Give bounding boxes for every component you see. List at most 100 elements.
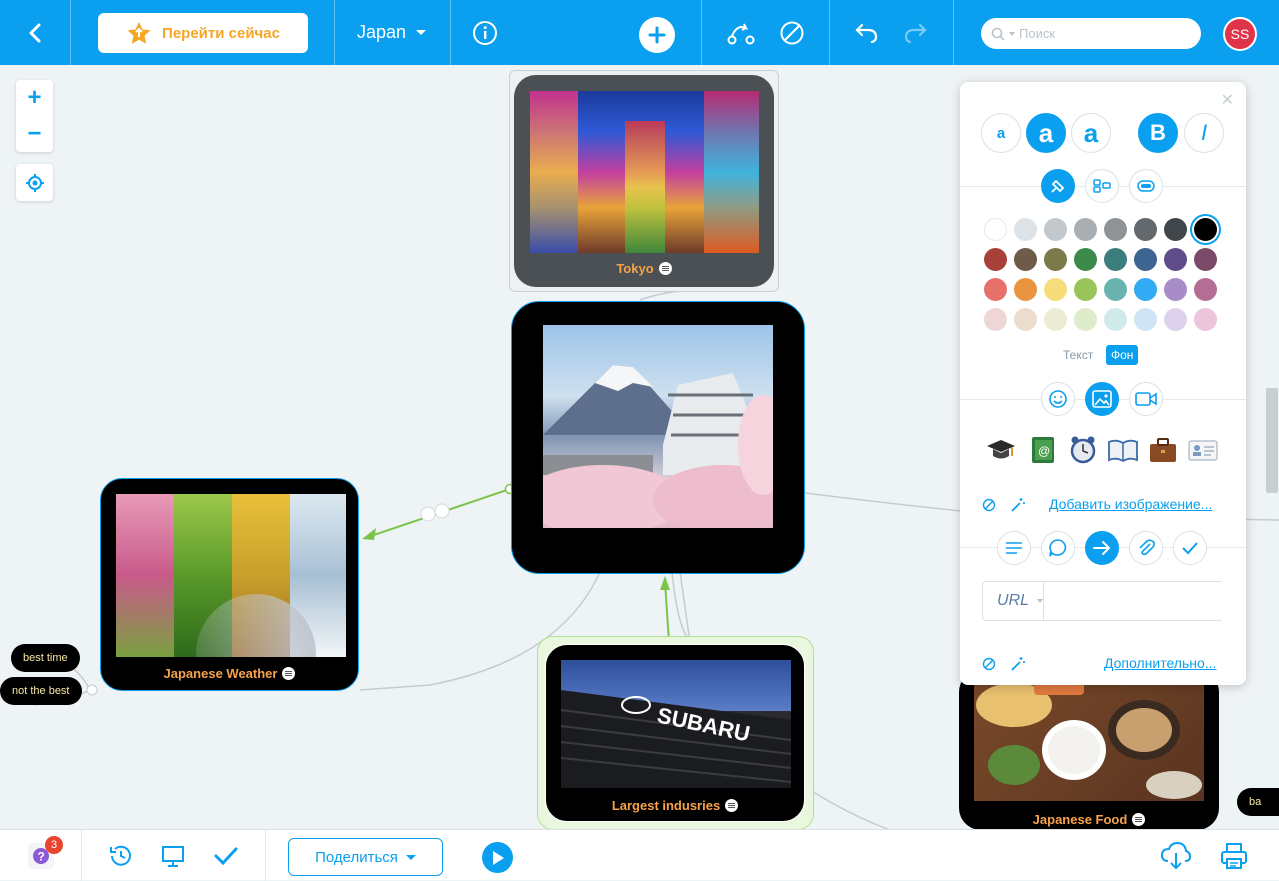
id-card-icon[interactable] — [1187, 434, 1219, 466]
color-swatch[interactable] — [1044, 308, 1067, 331]
background-color-tab[interactable]: Фон — [1106, 345, 1139, 365]
tag-best-time[interactable]: best time — [11, 644, 80, 672]
color-swatch[interactable] — [1164, 308, 1187, 331]
note-icon[interactable] — [658, 262, 672, 275]
comments-tab-button[interactable] — [1041, 531, 1075, 565]
color-swatch[interactable] — [1014, 278, 1037, 301]
notes-tab-button[interactable] — [997, 531, 1031, 565]
color-swatch[interactable] — [1194, 308, 1217, 331]
food-node[interactable]: Japanese Food — [959, 670, 1219, 830]
color-swatch[interactable] — [984, 248, 1007, 271]
url-input[interactable] — [1044, 582, 1242, 620]
note-icon[interactable] — [282, 667, 296, 680]
color-swatch[interactable] — [1014, 308, 1037, 331]
color-swatch[interactable] — [1164, 278, 1187, 301]
color-swatch[interactable] — [1194, 278, 1217, 301]
task-check-icon[interactable] — [213, 843, 239, 874]
goto-now-button[interactable]: Перейти сейчас — [98, 13, 308, 53]
task-tab-button[interactable] — [1173, 531, 1207, 565]
fill-style-button[interactable] — [1041, 169, 1075, 203]
color-swatch[interactable] — [1194, 248, 1217, 271]
link-tab-button[interactable] — [1085, 531, 1119, 565]
open-book-icon[interactable] — [1107, 434, 1139, 466]
italic-button[interactable]: I — [1184, 113, 1224, 153]
note-icon[interactable] — [1132, 813, 1146, 826]
shape-style-button[interactable] — [1129, 169, 1163, 203]
play-icon — [492, 850, 504, 865]
url-type-select[interactable]: URL — [983, 582, 1045, 620]
tokyo-node[interactable]: Tokyo — [514, 75, 774, 287]
map-name-dropdown[interactable]: Japan — [357, 22, 427, 43]
color-swatch[interactable] — [1194, 218, 1217, 241]
graduation-cap-icon[interactable] — [985, 434, 1017, 466]
avatar[interactable]: SS — [1223, 17, 1257, 51]
history-icon[interactable] — [108, 843, 134, 874]
tag-partial[interactable]: ba — [1237, 788, 1279, 816]
color-swatch[interactable] — [984, 278, 1007, 301]
relationship-icon[interactable] — [726, 18, 756, 48]
emoji-tab-button[interactable] — [1041, 382, 1075, 416]
color-swatch[interactable] — [1104, 248, 1127, 271]
search-options-icon[interactable] — [1009, 31, 1015, 36]
font-size-medium-button[interactable]: a — [1026, 113, 1066, 153]
color-swatch[interactable] — [1104, 308, 1127, 331]
video-tab-button[interactable] — [1129, 382, 1163, 416]
no-image-icon[interactable] — [982, 498, 996, 517]
alarm-clock-icon[interactable] — [1067, 434, 1099, 466]
remove-link-icon[interactable] — [982, 657, 996, 676]
color-swatch[interactable] — [1104, 218, 1127, 241]
add-topic-button[interactable] — [639, 17, 675, 53]
color-swatch[interactable] — [984, 308, 1007, 331]
attachment-tab-button[interactable] — [1129, 531, 1163, 565]
layout-style-button[interactable] — [1085, 169, 1119, 203]
layout-icon — [1093, 179, 1111, 193]
info-icon[interactable] — [470, 18, 500, 48]
industries-node[interactable]: SUBARU Largest indusries — [545, 644, 805, 822]
color-swatch[interactable] — [1074, 248, 1097, 271]
color-swatch[interactable] — [1104, 278, 1127, 301]
central-japan-node[interactable] — [511, 301, 805, 574]
color-swatch[interactable] — [1164, 248, 1187, 271]
color-swatch[interactable] — [1044, 248, 1067, 271]
redo-icon[interactable] — [900, 18, 930, 48]
close-icon[interactable]: ✕ — [1221, 90, 1234, 110]
search-field[interactable]: Поиск — [981, 18, 1201, 49]
presentation-icon[interactable] — [160, 843, 186, 874]
font-size-small-button[interactable]: a — [981, 113, 1021, 153]
color-swatch[interactable] — [1134, 308, 1157, 331]
color-swatch[interactable] — [1134, 218, 1157, 241]
play-presentation-button[interactable] — [482, 842, 513, 873]
back-arrow-icon[interactable] — [18, 18, 52, 48]
color-swatch[interactable] — [1134, 278, 1157, 301]
color-swatch[interactable] — [1074, 278, 1097, 301]
magic-wand-icon[interactable] — [1010, 656, 1026, 677]
font-size-large-button[interactable]: a — [1071, 113, 1111, 153]
no-style-icon[interactable] — [777, 18, 807, 48]
color-swatch[interactable] — [984, 218, 1007, 241]
briefcase-icon[interactable] — [1147, 434, 1179, 466]
undo-icon[interactable] — [852, 18, 882, 48]
more-options-link[interactable]: Дополнительно... — [1104, 655, 1216, 671]
note-icon[interactable] — [725, 799, 739, 812]
color-swatch[interactable] — [1044, 278, 1067, 301]
share-button[interactable]: Поделиться — [288, 838, 443, 876]
tag-not-the-best[interactable]: not the best — [0, 677, 82, 705]
print-icon[interactable] — [1220, 842, 1248, 875]
vertical-scrollbar[interactable] — [1266, 388, 1278, 493]
weather-node[interactable]: Japanese Weather — [100, 478, 359, 691]
paint-brush-icon — [1051, 179, 1065, 193]
color-swatch[interactable] — [1134, 248, 1157, 271]
download-icon[interactable] — [1160, 841, 1192, 876]
bold-button[interactable]: B — [1138, 113, 1178, 153]
image-tab-button[interactable] — [1085, 382, 1119, 416]
magic-wand-icon[interactable] — [1010, 497, 1026, 518]
color-swatch[interactable] — [1074, 218, 1097, 241]
color-swatch[interactable] — [1074, 308, 1097, 331]
color-swatch[interactable] — [1014, 248, 1037, 271]
text-color-tab[interactable]: Текст — [1063, 348, 1093, 362]
color-swatch[interactable] — [1164, 218, 1187, 241]
add-image-link[interactable]: Добавить изображение... — [1049, 496, 1212, 512]
color-swatch[interactable] — [1014, 218, 1037, 241]
address-book-icon[interactable]: @ — [1027, 434, 1059, 466]
color-swatch[interactable] — [1044, 218, 1067, 241]
